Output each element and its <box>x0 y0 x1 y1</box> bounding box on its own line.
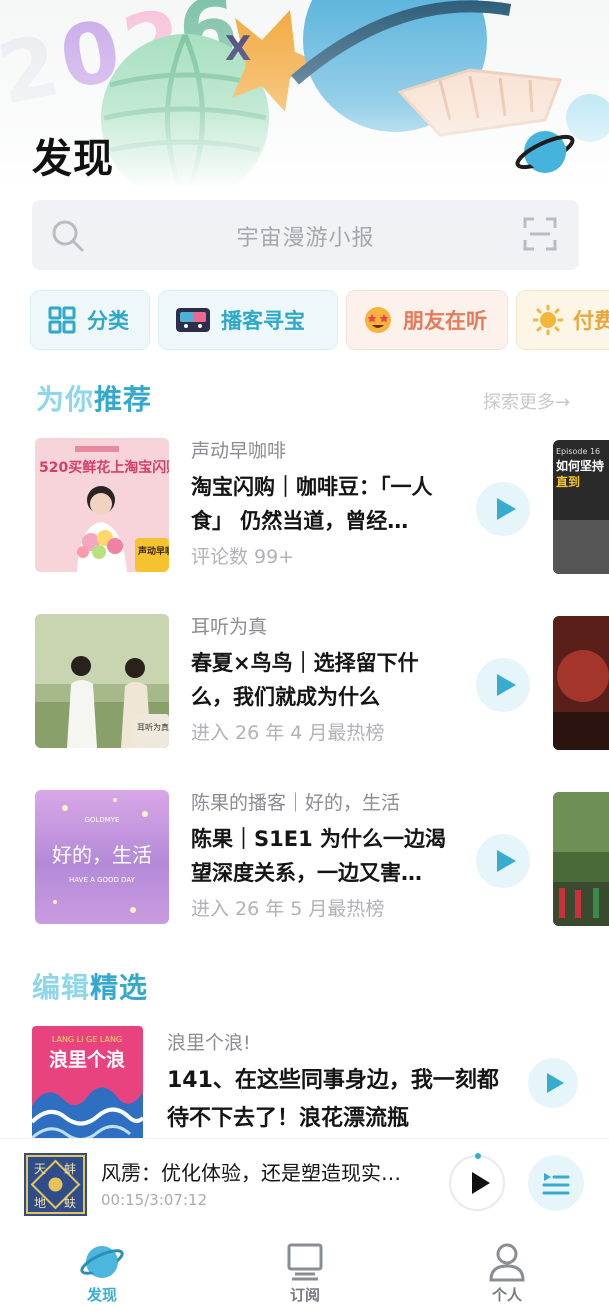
svg-text:如何坚持: 如何坚持 <box>556 458 604 473</box>
now-playing-cover: 天 蚌 地 蚨 <box>24 1153 87 1216</box>
episode-cover: 耳听为真 <box>35 614 169 748</box>
chip-category[interactable]: 分类 <box>30 290 150 350</box>
play-button[interactable] <box>528 1058 578 1108</box>
episode-sub: 进入 26 年 5 月最热榜 <box>191 898 385 920</box>
grid-icon <box>48 306 76 334</box>
chip-friends-listening[interactable]: 朋友在听 <box>346 290 508 350</box>
podcast-name: 陈果的播客｜好的，生活 <box>191 792 401 814</box>
cover-title: 好的，生活 <box>52 843 152 867</box>
podcast-name: 浪里个浪! <box>167 1032 251 1054</box>
cover-pinyin: LANG LI GE LANG <box>52 1035 122 1044</box>
chip-label: 分类 <box>87 309 129 333</box>
tab-label: 订阅 <box>289 1286 320 1304</box>
section-title-recommend: 为你推荐 <box>36 383 153 416</box>
episode-sub: 进入 26 年 4 月最热榜 <box>191 722 385 744</box>
planet-icon <box>80 1246 124 1278</box>
episode-cover: GOLDMYE 好的，生活 HAVE A GOOD DAY <box>35 790 169 924</box>
mini-player[interactable]: 天 蚌 地 蚨 风雳：优化体验，还是塑造现实… 00:15/3:07:12 <box>0 1138 609 1226</box>
recommend-card[interactable]: 耳听为真 耳听为真 春夏×鸟鸟｜选择留下什么，我们就成为什么 进入 26 年 4… <box>35 614 609 750</box>
play-button[interactable] <box>476 658 530 712</box>
play-pause-button[interactable] <box>449 1153 505 1211</box>
svg-text:天: 天 <box>34 1162 46 1176</box>
monitor-icon <box>287 1243 323 1281</box>
podcast-name: 声动早咖啡 <box>191 440 287 462</box>
svg-text:蚌: 蚌 <box>64 1162 76 1176</box>
next-card-peek[interactable] <box>553 616 609 750</box>
tab-discover[interactable]: 发现 <box>42 1226 162 1311</box>
play-button[interactable] <box>476 482 530 536</box>
tab-subscribe[interactable]: 订阅 <box>245 1226 365 1311</box>
chip-podcast-treasure[interactable]: 播客寻宝 <box>158 290 338 350</box>
search-placeholder: 宇宙漫游小报 <box>236 226 375 251</box>
chip-paid[interactable]: 付费 <box>516 290 609 350</box>
now-playing-time: 00:15/3:07:12 <box>101 1191 208 1209</box>
svg-text:地: 地 <box>34 1196 46 1210</box>
episode-sub: 评论数 99+ <box>191 546 295 568</box>
episode-title: 141、在这些同事身边，我一刻都待不下去了！浪花漂流瓶 <box>167 1068 499 1131</box>
user-icon <box>489 1243 525 1282</box>
arrow-right-icon: → <box>555 392 571 413</box>
bottom-tab-bar: 发现 订阅 个人 <box>0 1226 609 1311</box>
section-title-editor-pick: 编辑精选 <box>32 971 149 1004</box>
episode-cover: 520买鲜花上淘宝闪购 声动早咖啡 <box>35 438 169 572</box>
star-eyes-emoji-icon <box>365 307 391 333</box>
cover-badge-text: 声动早咖啡 <box>137 545 169 557</box>
cover-sub: HAVE A GOOD DAY <box>69 876 136 884</box>
cassette-icon <box>176 308 210 332</box>
tab-label: 个人 <box>491 1286 522 1304</box>
recommend-card[interactable]: GOLDMYE 好的，生活 HAVE A GOOD DAY 陈果的播客｜好的，生… <box>35 790 609 926</box>
page-title: 发现 <box>32 136 114 182</box>
scan-icon[interactable] <box>523 217 557 251</box>
chip-label: 播客寻宝 <box>221 309 305 333</box>
episode-cover: LANG LI GE LANG 浪里个浪 <box>32 1026 143 1138</box>
svg-text:Episode 16: Episode 16 <box>556 447 600 456</box>
next-card-peek[interactable] <box>553 792 609 926</box>
svg-text:直到: 直到 <box>556 474 580 489</box>
sun-icon <box>533 305 563 335</box>
playlist-button[interactable] <box>528 1155 584 1211</box>
episode-title: 春夏×鸟鸟｜选择留下什么，我们就成为什么 <box>191 651 419 709</box>
tab-label: 发现 <box>86 1286 117 1304</box>
now-playing-title: 风雳：优化体验，还是塑造现实… <box>101 1161 401 1185</box>
quick-entry-row: 分类 播客寻宝 朋友在听 付费 <box>30 290 609 350</box>
cover-badge-text: 耳听为真 <box>137 722 169 732</box>
svg-text:蚨: 蚨 <box>64 1195 76 1210</box>
planet-icon[interactable] <box>514 126 576 178</box>
podcast-name: 耳听为真 <box>191 616 268 638</box>
explore-more-link[interactable]: 探索更多→ <box>483 388 570 414</box>
editor-pick-card[interactable]: LANG LI GE LANG 浪里个浪 浪里个浪! 141、在这些同事身边，我… <box>32 1026 609 1138</box>
playlist-icon <box>542 1173 570 1195</box>
cover-title: 浪里个浪 <box>49 1048 125 1071</box>
progress-dot <box>475 1153 481 1159</box>
search-bar[interactable]: 宇宙漫游小报 <box>32 200 579 270</box>
episode-title: 淘宝闪购｜咖啡豆：「一人食」 仍然当道，曾经… <box>191 475 433 533</box>
play-button[interactable] <box>476 834 530 888</box>
tab-profile[interactable]: 个人 <box>447 1226 567 1311</box>
next-card-peek[interactable]: Episode 16 如何坚持 直到 <box>553 440 609 574</box>
episode-title: 陈果｜S1E1 为什么一边渴望深度关系，一边又害… <box>191 827 447 885</box>
cover-text: 520买鲜花上淘宝闪购 <box>39 459 169 476</box>
chip-label: 付费 <box>573 309 609 333</box>
cover-brand: GOLDMYE <box>85 816 120 824</box>
chip-label: 朋友在听 <box>403 309 487 333</box>
recommend-card[interactable]: 520买鲜花上淘宝闪购 声动早咖啡 声动早咖啡 淘宝闪购｜咖啡豆：「一人食」 仍… <box>35 438 609 574</box>
